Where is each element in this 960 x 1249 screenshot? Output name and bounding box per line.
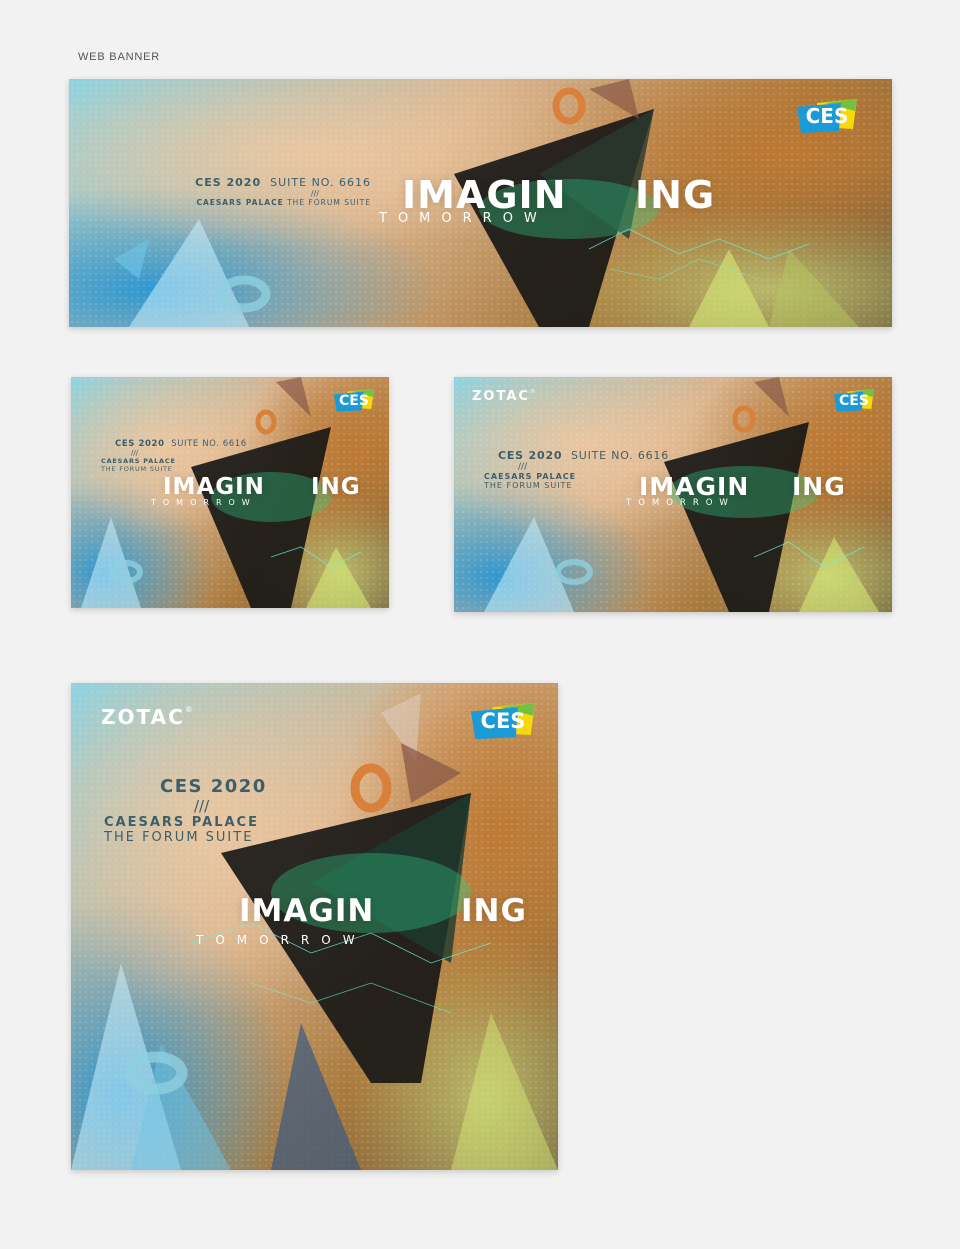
zotac-logo-text: ZOTAC	[472, 389, 530, 404]
ces-year: CES 2020	[498, 449, 563, 462]
headline-left: IMAGIN	[239, 893, 375, 929]
headline-right: ING	[635, 173, 716, 217]
ces-year: CES 2020	[195, 176, 262, 189]
divider: ///	[518, 462, 528, 472]
ces-logo-text: CES	[805, 104, 849, 128]
headline-left: IMAGIN	[639, 472, 750, 501]
ces-logo: CES	[834, 389, 874, 413]
ces-logo: CES	[797, 99, 857, 133]
headline-right: ING	[311, 474, 361, 500]
web-banner-small: CES CES 2020 SUITE NO. 6616 /// CAESARS …	[71, 377, 389, 608]
web-banner-square: ZOTAC® CES CES 2020 /// CAESARS PALACE T…	[71, 683, 558, 1170]
divider: ///	[310, 189, 319, 198]
ces-logo-text: CES	[480, 709, 526, 733]
ces-logo-text: CES	[339, 393, 369, 409]
headline-right: ING	[461, 893, 527, 929]
ces-logo-text: CES	[839, 393, 869, 409]
headline-right: ING	[792, 472, 846, 501]
headline-sub: TOMORROW	[626, 498, 735, 508]
divider: ///	[194, 797, 210, 815]
section-label: WEB BANNER	[78, 51, 160, 63]
registered-mark: ®	[529, 389, 536, 395]
web-banner-medium: ZOTAC® CES CES 2020 SUITE NO. 6616 /// C…	[454, 377, 892, 612]
venue: CAESARS PALACE	[104, 815, 259, 830]
event-info: CES 2020 SUITE NO. 6616 /// CAESARS PALA…	[169, 176, 371, 207]
ces-logo: CES	[471, 703, 535, 740]
suite-number: SUITE NO. 6616	[171, 439, 247, 449]
suite-name: THE FORUM SUITE	[101, 465, 173, 473]
suite-name: THE FORUM SUITE	[287, 198, 371, 207]
zotac-logo: ZOTAC®	[472, 389, 535, 404]
venue: CAESARS PALACE	[196, 198, 284, 207]
ces-year: CES 2020	[115, 439, 165, 449]
event-info: CES 2020 /// CAESARS PALACE THE FORUM SU…	[104, 776, 267, 845]
suite-number: SUITE NO. 6616	[570, 449, 670, 462]
headline-sub: TOMORROW	[196, 933, 367, 947]
zotac-logo-text: ZOTAC	[101, 705, 185, 729]
headline-left: IMAGIN	[163, 474, 265, 500]
divider: ///	[131, 449, 139, 457]
zotac-logo: ZOTAC®	[101, 705, 193, 729]
event-info: CES 2020 SUITE NO. 6616 /// CAESARS PALA…	[101, 439, 247, 473]
registered-mark: ®	[184, 705, 193, 714]
headline-sub: TOMORROW	[379, 211, 548, 226]
headline-sub: TOMORROW	[151, 498, 257, 507]
ces-logo: CES	[334, 389, 374, 413]
ces-year: CES 2020	[160, 776, 267, 797]
web-banner-wide: CES CES 2020 SUITE NO. 6616 /// CAESARS …	[69, 79, 892, 327]
suite-number: SUITE NO. 6616	[270, 176, 371, 189]
venue: CAESARS PALACE	[101, 457, 176, 465]
suite-name: THE FORUM SUITE	[104, 830, 254, 845]
